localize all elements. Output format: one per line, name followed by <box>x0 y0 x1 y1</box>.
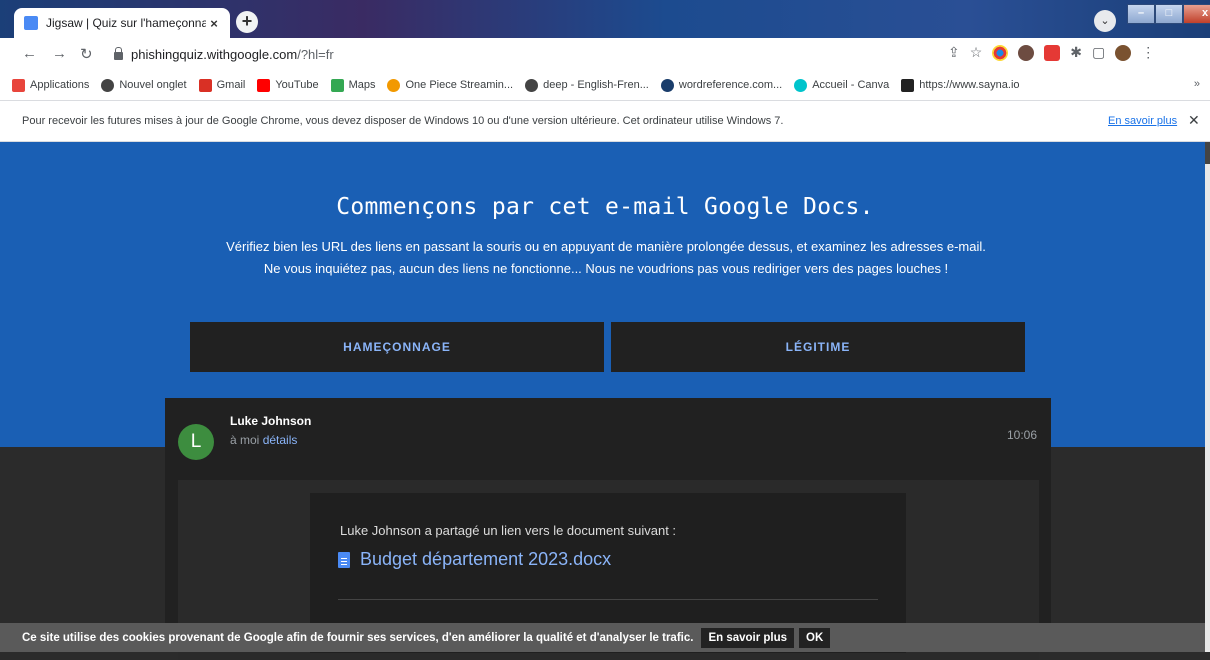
wordreference-icon <box>660 78 674 92</box>
minimize-icon[interactable]: – <box>1127 4 1155 24</box>
tab-close-icon[interactable]: × <box>206 16 222 31</box>
bookmarks-overflow-icon[interactable]: » <box>1194 78 1200 90</box>
details-link[interactable]: détails <box>263 433 298 447</box>
infobar-close-icon[interactable]: ✕ <box>1188 112 1200 129</box>
extensions-puzzle-icon[interactable]: ✱ <box>1070 44 1082 61</box>
toolbar-icons: ⇪ ☆ ✱ ▢ ⋮ <box>948 44 1155 61</box>
address-bar: ← → ↻ phishingquiz.withgoogle.com/?hl=fr… <box>0 38 1210 70</box>
divider <box>338 599 878 600</box>
bookmark-item[interactable]: deep - English-Fren... <box>525 78 649 92</box>
email-time: 10:06 <box>1007 428 1038 442</box>
phishing-button[interactable]: HAMEÇONNAGE <box>190 322 604 372</box>
scrollbar[interactable] <box>1205 142 1210 652</box>
cookie-banner: Ce site utilise des cookies provenant de… <box>0 623 1205 652</box>
bookmark-star-icon[interactable]: ☆ <box>970 44 983 61</box>
globe-icon <box>525 78 539 92</box>
email-card: L Luke Johnson à moi détails 10:06 Luke … <box>165 398 1051 660</box>
share-icon[interactable]: ⇪ <box>948 44 960 61</box>
reload-icon[interactable]: ↻ <box>80 45 93 63</box>
globe-icon <box>101 78 115 92</box>
canva-icon <box>794 78 808 92</box>
bookmark-item[interactable]: Gmail <box>198 78 245 92</box>
bookmark-item[interactable]: Accueil - Canva <box>794 78 889 92</box>
update-infobar: Pour recevoir les futures mises à jour d… <box>0 101 1210 142</box>
google-docs-icon <box>338 551 350 568</box>
menu-icon[interactable]: ⋮ <box>1141 44 1155 61</box>
tab-search-icon[interactable]: ⌄ <box>1094 10 1116 32</box>
tab-favicon-icon <box>24 16 38 30</box>
cookie-ok-button[interactable]: OK <box>799 627 831 648</box>
bookmark-item[interactable]: Maps <box>330 78 375 92</box>
legitimate-button[interactable]: LÉGITIME <box>611 322 1025 372</box>
infobar-message: Pour recevoir les futures mises à jour d… <box>22 115 784 127</box>
browser-tab[interactable]: Jigsaw | Quiz sur l'hameçonnage × <box>14 8 230 38</box>
extension-icon[interactable] <box>992 44 1009 61</box>
sender-name: Luke Johnson <box>230 414 312 428</box>
recipient-line: à moi détails <box>230 433 298 447</box>
share-text: Luke Johnson a partagé un lien vers le d… <box>340 523 677 538</box>
forward-icon[interactable]: → <box>52 45 67 62</box>
apps-grid-icon <box>12 78 25 92</box>
infobar-learn-more-link[interactable]: En savoir plus <box>1108 115 1177 127</box>
back-icon[interactable]: ← <box>22 45 37 62</box>
profile-avatar[interactable] <box>1115 44 1132 61</box>
lock-icon[interactable] <box>114 47 123 60</box>
bookmarks-bar: Applications Nouvel onglet Gmail YouTube… <box>0 70 1210 101</box>
bookmark-item[interactable]: YouTube <box>257 78 319 92</box>
scrollbar-thumb[interactable] <box>1205 142 1210 164</box>
bookmark-item[interactable]: Nouvel onglet <box>101 78 187 92</box>
cookie-text: Ce site utilise des cookies provenant de… <box>22 631 694 644</box>
cookie-learn-more-button[interactable]: En savoir plus <box>701 627 795 648</box>
document-link[interactable]: Budget département 2023.docx <box>338 549 611 570</box>
youtube-icon <box>257 78 271 92</box>
maps-icon <box>330 78 344 92</box>
avatar: L <box>178 424 214 460</box>
bookmark-item[interactable]: Applications <box>12 78 89 92</box>
bookmark-item[interactable]: wordreference.com... <box>660 78 782 92</box>
sayna-icon <box>901 78 915 92</box>
extension-icon[interactable] <box>1018 44 1035 61</box>
side-panel-icon[interactable]: ▢ <box>1092 44 1105 61</box>
gmail-icon <box>198 78 212 92</box>
document-name: Budget département 2023.docx <box>360 549 612 569</box>
extension-icon[interactable] <box>1044 44 1061 61</box>
bookmark-item[interactable]: One Piece Streamin... <box>387 78 513 92</box>
maximize-icon[interactable]: □ <box>1155 4 1183 24</box>
quiz-title: Commençons par cet e-mail Google Docs. <box>336 194 874 220</box>
window-controls: – □ x <box>1127 4 1210 24</box>
url-path: /?hl=fr <box>297 46 334 62</box>
quiz-instructions: Vérifiez bien les URL des liens en passa… <box>226 239 986 276</box>
bookmark-item[interactable]: https://www.sayna.io <box>901 78 1020 92</box>
one-piece-icon <box>387 78 401 92</box>
browser-titlebar: Jigsaw | Quiz sur l'hameçonnage × + ⌄ – … <box>0 0 1210 38</box>
url-host: phishingquiz.withgoogle.com <box>131 46 298 62</box>
new-tab-button[interactable]: + <box>236 11 258 33</box>
tab-title: Jigsaw | Quiz sur l'hameçonnage <box>46 16 206 30</box>
close-window-icon[interactable]: x <box>1183 4 1210 24</box>
